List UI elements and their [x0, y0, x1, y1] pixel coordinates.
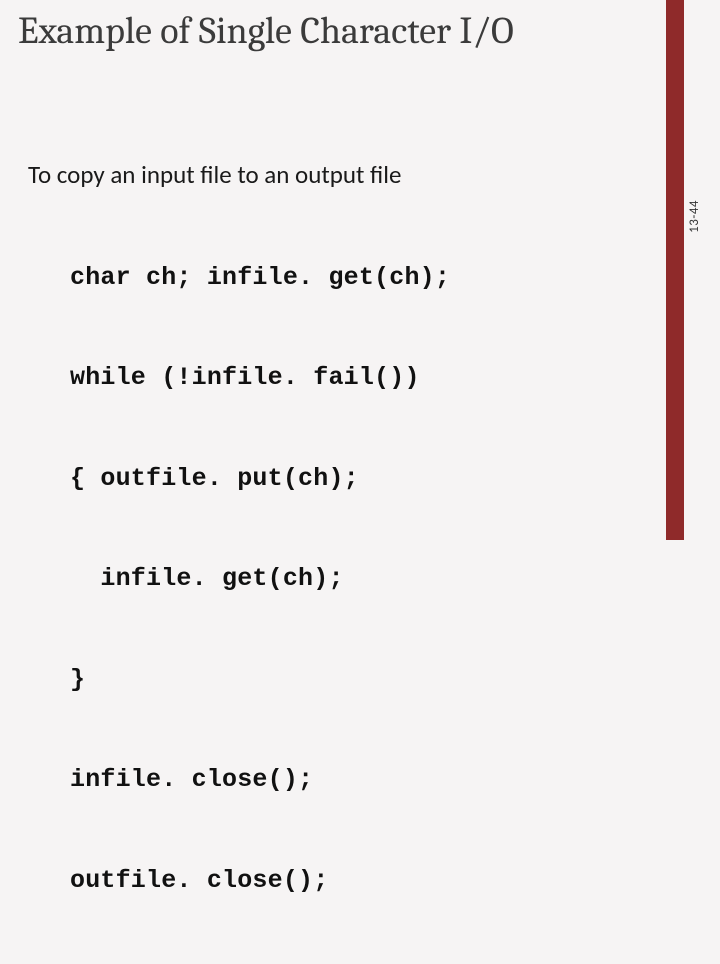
slide-container: Example of Single Character I/O To copy … — [0, 0, 720, 540]
page-number: 13-44 — [687, 200, 702, 233]
slide-title: Example of Single Character I/O — [18, 10, 618, 54]
code-line: { outfile. put(ch); — [70, 462, 638, 496]
code-line: infile. close(); — [70, 763, 638, 797]
code-line: } — [70, 663, 638, 697]
code-line: while (!infile. fail()) — [70, 361, 638, 395]
code-block: char ch; infile. get(ch); while (!infile… — [70, 194, 638, 964]
accent-bar — [666, 0, 684, 540]
code-line: outfile. close(); — [70, 864, 638, 898]
code-line: char ch; infile. get(ch); — [70, 261, 638, 295]
body-content: To copy an input file to an output file … — [28, 158, 638, 964]
intro-line: To copy an input file to an output file — [28, 158, 638, 192]
code-line: infile. get(ch); — [70, 562, 638, 596]
